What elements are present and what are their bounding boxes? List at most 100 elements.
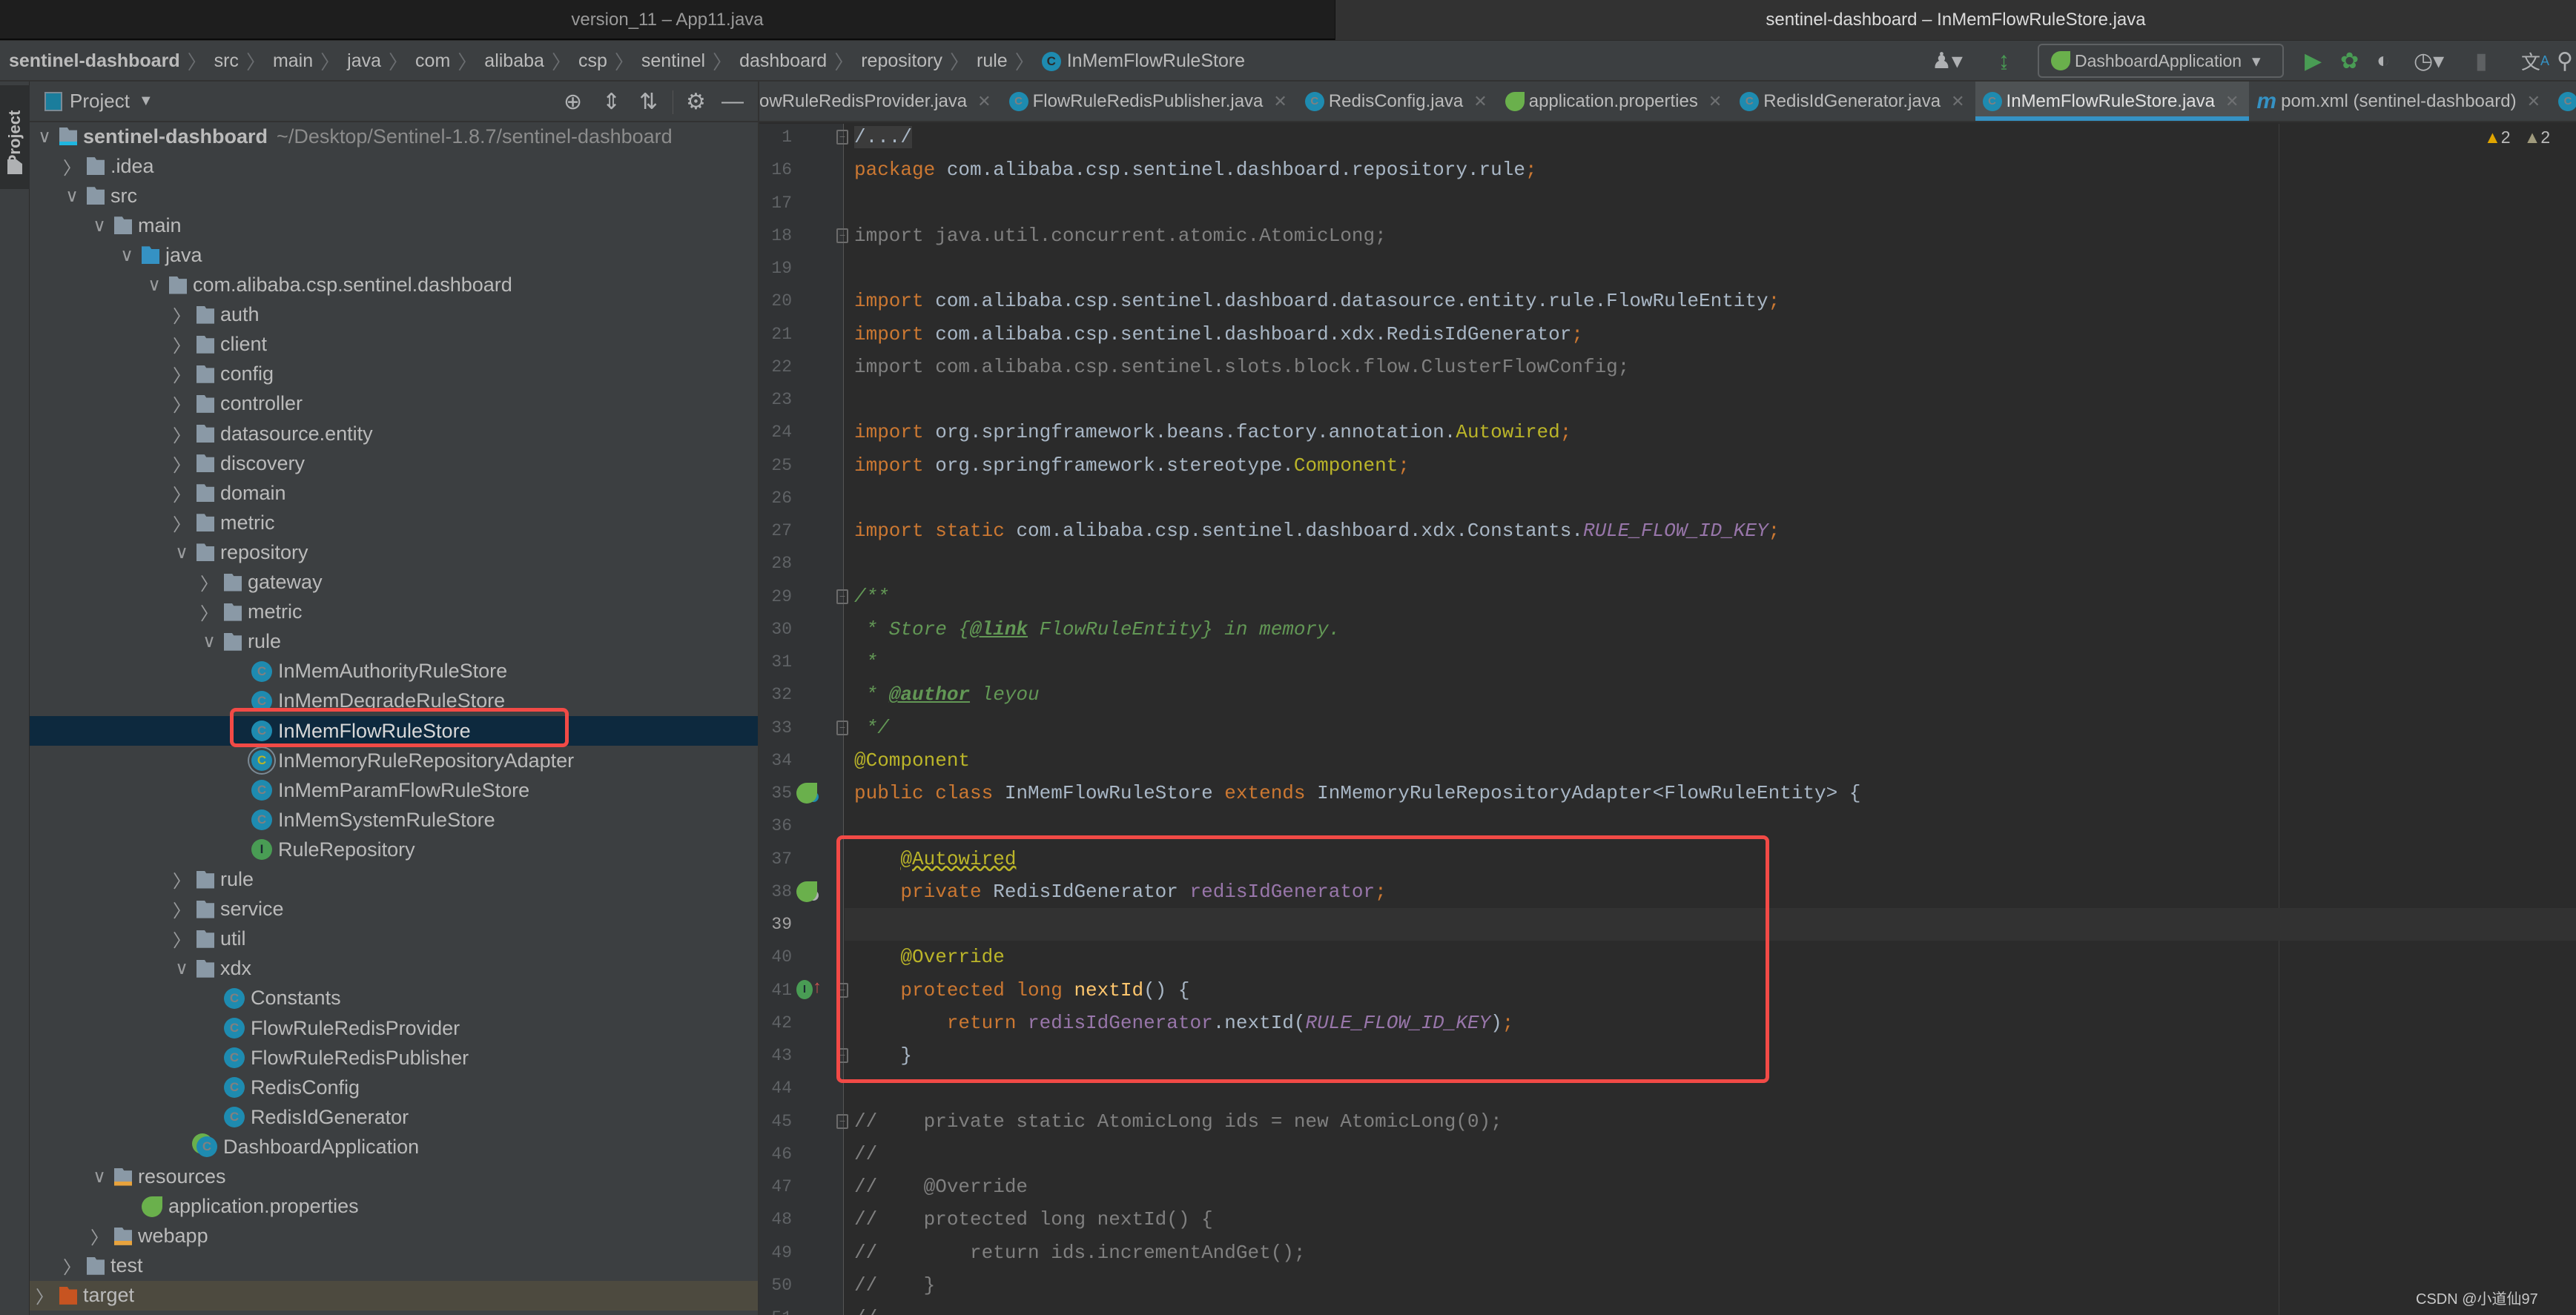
tree-item[interactable]: C RedisConfig (30, 1073, 758, 1102)
tree-item[interactable]: 〉 rule (30, 865, 758, 895)
code-line[interactable]: * (854, 646, 878, 678)
chevron-right-icon[interactable]: 〉 (62, 1253, 82, 1279)
code-line[interactable]: * Store {@link FlowRuleEntity} in memory… (854, 613, 1341, 646)
breadcrumb-item[interactable]: alibaba (484, 50, 544, 72)
close-icon[interactable]: ✕ (1273, 92, 1287, 111)
code-line[interactable]: // (854, 1138, 877, 1170)
close-icon[interactable]: ✕ (2225, 92, 2239, 111)
tree-item[interactable]: 〉 domain (30, 478, 758, 508)
chevron-down-icon[interactable]: ∨ (171, 542, 192, 563)
tree-item[interactable]: C Constants (30, 984, 758, 1013)
chevron-down-icon[interactable]: ∨ (89, 1166, 110, 1188)
tab-d[interactable]: CD (2551, 82, 2576, 121)
project-view-selector[interactable]: Project (70, 90, 130, 113)
run-icon[interactable]: ▶ (2305, 46, 2322, 76)
tree-item[interactable]: ∨ xdx (30, 954, 758, 984)
breadcrumb-item[interactable]: sentinel-dashboard (9, 50, 180, 72)
spring-bean-icon[interactable] (796, 783, 817, 804)
tree-item[interactable]: C FlowRuleRedisPublisher (30, 1043, 758, 1073)
chevron-right-icon[interactable]: 〉 (171, 510, 192, 536)
code-line[interactable]: package com.alibaba.csp.sentinel.dashboa… (854, 153, 1537, 186)
expand-all-icon[interactable]: ⇕ (602, 83, 621, 120)
code-line[interactable]: */ (854, 712, 889, 744)
tree-item[interactable]: C DashboardApplication (30, 1132, 758, 1162)
tree-item[interactable]: C InMemAuthorityRuleStore (30, 657, 758, 686)
breadcrumb-item[interactable]: dashboard (739, 50, 827, 72)
chevron-right-icon[interactable]: 〉 (62, 153, 82, 179)
chevron-right-icon[interactable]: 〉 (171, 391, 192, 417)
code-line[interactable]: /** (854, 580, 889, 613)
tree-item[interactable]: ∨ rule (30, 627, 758, 657)
chevron-right-icon[interactable]: 〉 (89, 1223, 110, 1249)
fold-marker-icon[interactable]: − (836, 228, 848, 243)
tree-item[interactable]: 〉 client (30, 330, 758, 360)
chevron-right-icon[interactable]: 〉 (171, 451, 192, 477)
chevron-down-icon[interactable]: ∨ (89, 215, 110, 236)
debug-icon[interactable]: ✿ (2340, 46, 2359, 76)
code-line[interactable]: * @author leyou (854, 678, 1040, 711)
tab-flowruleredispublisher-java[interactable]: C FlowRuleRedisPublisher.java ✕ (1002, 82, 1298, 121)
code-line[interactable]: import java.util.concurrent.atomic.Atomi… (854, 219, 1387, 252)
tree-item[interactable]: ∨ src (30, 181, 758, 211)
weak-warnings-count[interactable]: ▲2 (2524, 127, 2551, 148)
collapse-all-icon[interactable]: ⇅ (639, 83, 658, 120)
close-icon[interactable]: ✕ (1951, 92, 1964, 111)
breadcrumb-item[interactable]: main (273, 50, 313, 72)
chevron-down-icon[interactable]: ∨ (199, 631, 219, 652)
fold-marker-icon[interactable]: − (836, 1113, 848, 1129)
chevron-right-icon[interactable]: 〉 (171, 331, 192, 357)
tree-item[interactable]: 〉 metric (30, 508, 758, 537)
tree-item[interactable]: ∨ resources (30, 1162, 758, 1192)
chevron-down-icon[interactable]: ∨ (171, 958, 192, 979)
code-line[interactable]: import org.springframework.beans.factory… (854, 416, 1571, 448)
spring-autowired-icon[interactable] (796, 881, 817, 902)
tab-redisidgenerator-java[interactable]: C RedisIdGenerator.java ✕ (1732, 82, 1975, 121)
chevron-down-icon[interactable]: ∨ (62, 185, 82, 207)
inactive-window-title[interactable]: version_11 – App11.java (0, 0, 1335, 40)
tree-item[interactable]: ∨ main (30, 211, 758, 240)
chevron-right-icon[interactable]: 〉 (34, 1282, 55, 1308)
inspection-widget[interactable]: ▲2 ▲2 (2484, 127, 2550, 148)
tree-item[interactable]: C InMemoryRuleRepositoryAdapter (30, 746, 758, 775)
chevron-right-icon[interactable]: 〉 (171, 926, 192, 952)
tree-item[interactable]: ∨ sentinel-dashboard ~/Desktop/Sentinel-1.… (30, 122, 758, 151)
code-line[interactable]: /.../ (854, 121, 913, 153)
tree-item[interactable]: 〉 gateway (30, 568, 758, 597)
chevron-right-icon[interactable]: 〉 (199, 599, 219, 625)
tree-item[interactable]: 〉 auth (30, 300, 758, 330)
tree-item[interactable]: 〉 datasource.entity (30, 419, 758, 448)
breadcrumb-item[interactable]: repository (861, 50, 942, 72)
code-line[interactable]: // @Override (854, 1170, 1028, 1203)
chevron-right-icon[interactable]: 〉 (171, 302, 192, 328)
search-icon[interactable]: ⚲ (2557, 46, 2573, 76)
code-line[interactable]: import static com.alibaba.csp.sentinel.d… (854, 514, 1780, 547)
tree-item[interactable]: 〉 discovery (30, 448, 758, 478)
user-icon[interactable]: ♟▾ (1932, 46, 1963, 76)
tab-inmemflowrulestore-java[interactable]: C InMemFlowRuleStore.java ✕ (1975, 82, 2250, 121)
tree-item[interactable]: 〉 .idea (30, 151, 758, 181)
tab-application-properties[interactable]: application.properties ✕ (1498, 82, 1733, 121)
breadcrumb-item[interactable]: com (415, 50, 450, 72)
code-line[interactable]: // private static AtomicLong ids = new A… (854, 1105, 1502, 1138)
tree-item[interactable]: 〉 target (30, 1280, 758, 1311)
close-icon[interactable]: ✕ (977, 92, 991, 111)
code-line[interactable]: public class InMemFlowRuleStore extends … (854, 777, 1860, 809)
profile-icon[interactable]: ◷▾ (2414, 46, 2444, 76)
chevron-right-icon[interactable]: 〉 (171, 480, 192, 506)
breadcrumb-item[interactable]: java (347, 50, 381, 72)
code-line[interactable]: @Component (854, 744, 970, 777)
tree-item[interactable]: 〉 metric (30, 597, 758, 627)
code-line[interactable]: import com.alibaba.csp.sentinel.dashboar… (854, 318, 1583, 351)
tree-item[interactable]: application.properties (30, 1192, 758, 1222)
build-hammer-icon[interactable]: ↨ (1998, 46, 2009, 76)
tree-item[interactable]: 〉 controller (30, 389, 758, 419)
tree-item[interactable]: ∨ repository (30, 537, 758, 567)
tree-item[interactable]: 〉 webapp (30, 1222, 758, 1251)
tree-item[interactable]: C InMemSystemRuleStore (30, 805, 758, 835)
code-line[interactable]: // } (854, 1269, 935, 1302)
run-configuration-select[interactable]: DashboardApplication ▾ (2038, 44, 2284, 78)
warnings-count[interactable]: ▲2 (2484, 127, 2511, 148)
breadcrumb-item[interactable]: src (214, 50, 239, 72)
breadcrumb-item[interactable]: C InMemFlowRuleStore (1041, 50, 1245, 72)
close-icon[interactable]: ✕ (2527, 92, 2540, 111)
